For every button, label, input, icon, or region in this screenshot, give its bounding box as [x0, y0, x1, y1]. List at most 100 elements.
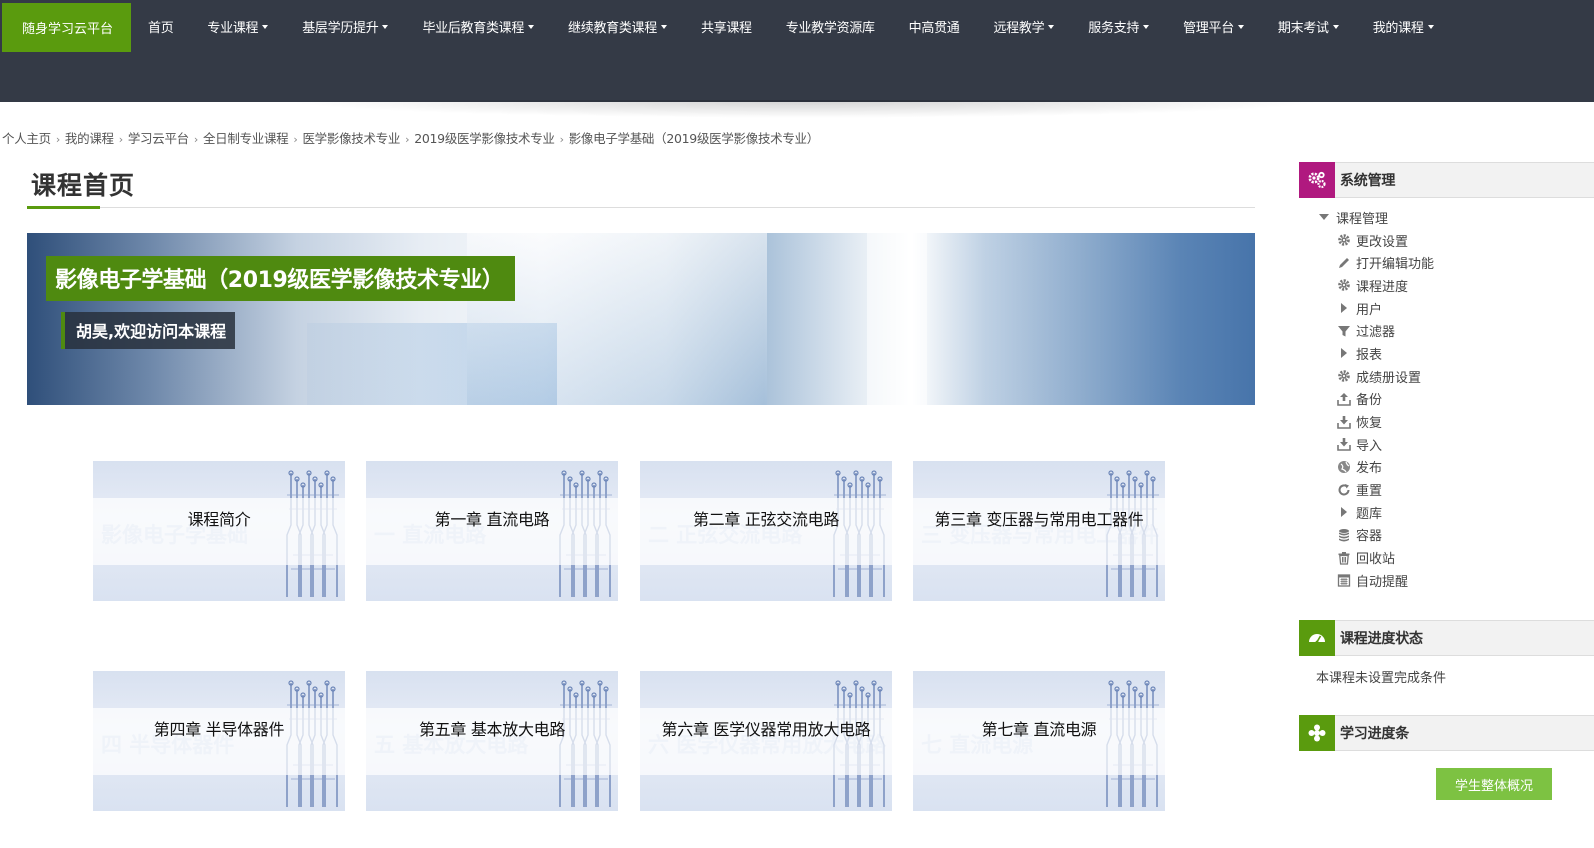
admin-menu-item[interactable]: 题库: [1316, 501, 1434, 524]
nav-item[interactable]: 首页: [131, 3, 190, 50]
tile-label: 第七章 直流电源: [981, 720, 1097, 739]
nav-item-label: 专业课程: [207, 21, 259, 36]
admin-menu-item[interactable]: 报表: [1316, 342, 1434, 365]
admin-menu-label: 打开编辑功能: [1356, 257, 1435, 273]
admin-menu-label: 报表: [1356, 347, 1383, 363]
chapter-tile[interactable]: 二 正弦交流电路第二章 正弦交流电路: [640, 461, 892, 601]
admin-menu-item[interactable]: 更改设置: [1316, 229, 1434, 252]
chapter-tile[interactable]: 影像电子学基础课程简介: [93, 461, 345, 601]
dashboard-icon: [1299, 619, 1335, 656]
tile-label: 第五章 基本放大电路: [418, 720, 566, 739]
course-banner: 影像电子学基础（2019级医学影像技术专业） 胡昊,欢迎访问本课程: [27, 233, 1255, 405]
nav-item[interactable]: 远程教学: [976, 3, 1071, 50]
admin-menu-label: 回收站: [1356, 552, 1396, 568]
breadcrumb-link[interactable]: 个人主页: [2, 131, 51, 146]
admin-menu-label: 用户: [1356, 302, 1383, 318]
tile-label: 第二章 正弦交流电路: [692, 510, 840, 529]
nav-item[interactable]: 服务支持: [1071, 3, 1166, 50]
chapter-tile[interactable]: 一 直流电路第一章 直流电路: [366, 461, 618, 601]
admin-menu-label: 题库: [1356, 506, 1383, 522]
admin-menu-item[interactable]: 过滤器: [1316, 319, 1434, 342]
nav-item[interactable]: 专业教学资源库: [769, 3, 892, 50]
breadcrumb-separator-icon: ›: [559, 133, 564, 146]
admin-menu-label: 更改设置: [1356, 234, 1409, 250]
nav-item-label: 中高贯通: [908, 21, 960, 36]
globe-icon: [1336, 459, 1352, 475]
download-icon: [1336, 414, 1352, 430]
admin-block-header[interactable]: 系统管理: [1299, 161, 1594, 198]
chapter-tile[interactable]: 六 医学仪器常用放大电路第六章 医学仪器常用放大电路: [640, 671, 892, 811]
chapter-tile[interactable]: 七 直流电源第七章 直流电源: [913, 671, 1165, 811]
admin-menu-item[interactable]: 备份: [1316, 388, 1434, 411]
progress-status-header[interactable]: 课程进度状态: [1299, 619, 1594, 656]
admin-menu-label: 自动提醒: [1356, 574, 1409, 590]
nav-item[interactable]: 毕业后教育类课程: [405, 3, 551, 50]
admin-menu-item[interactable]: 容器: [1316, 524, 1434, 547]
breadcrumb-link[interactable]: 医学影像技术专业: [302, 131, 400, 146]
download-icon: [1336, 436, 1352, 452]
caret-down-icon: [1332, 24, 1339, 29]
admin-menu-label: 导入: [1356, 438, 1383, 454]
chapter-tile[interactable]: 三 变压器与常用电工器件第三章 变压器与常用电工器件: [913, 461, 1165, 601]
admin-menu-label: 成绩册设置: [1356, 370, 1422, 386]
nav-item[interactable]: 我的课程: [1356, 3, 1451, 50]
gear-icon: [1336, 277, 1352, 293]
admin-menu-item[interactable]: 成绩册设置: [1316, 365, 1434, 388]
breadcrumb-link[interactable]: 全日制专业课程: [203, 131, 289, 146]
nav-item[interactable]: 共享课程: [684, 3, 769, 50]
caret-down-icon: [660, 24, 667, 29]
nav-item-label: 毕业后教育类课程: [422, 21, 525, 36]
admin-menu-item[interactable]: 用户: [1316, 297, 1434, 320]
tree-root-course-admin[interactable]: 课程管理: [1316, 206, 1434, 229]
filter-icon: [1336, 323, 1352, 339]
admin-menu-item[interactable]: 恢复: [1316, 410, 1434, 433]
tile-label: 第四章 半导体器件: [153, 720, 285, 739]
nav-item[interactable]: 中高贯通: [892, 3, 977, 50]
nav-item-label: 管理平台: [1183, 21, 1234, 36]
admin-menu-item[interactable]: 课程进度: [1316, 274, 1434, 297]
page-title: 课程首页: [31, 171, 136, 200]
admin-block-title: 系统管理: [1340, 173, 1396, 189]
tree-root-label: 课程管理: [1336, 211, 1389, 227]
learning-progress-header[interactable]: 学习进度条: [1299, 714, 1594, 751]
admin-menu-item[interactable]: 导入: [1316, 433, 1434, 456]
trash-icon: [1336, 550, 1352, 566]
brand-link[interactable]: 随身学习云平台: [2, 3, 132, 52]
nav-item[interactable]: 继续教育类课程: [551, 3, 684, 50]
breadcrumb-link[interactable]: 2019级医学影像技术专业: [414, 131, 555, 146]
admin-menu-item[interactable]: 发布: [1316, 456, 1434, 479]
refresh-icon: [1336, 482, 1352, 498]
chapter-tile[interactable]: 四 半导体器件第四章 半导体器件: [93, 671, 345, 811]
nav-item[interactable]: 管理平台: [1166, 3, 1261, 50]
admin-menu-item[interactable]: 打开编辑功能: [1316, 251, 1434, 274]
welcome-message: 胡昊,欢迎访问本课程: [61, 312, 236, 349]
admin-menu-item[interactable]: 重置: [1316, 478, 1434, 501]
admin-menu-label: 备份: [1356, 393, 1383, 409]
nav-item[interactable]: 专业课程: [190, 3, 285, 50]
nav-item[interactable]: 期末考试: [1261, 3, 1356, 50]
progress-status-title: 课程进度状态: [1340, 631, 1423, 647]
progress-status-block: 课程进度状态: [1299, 619, 1594, 656]
expand-arrow-icon: [1336, 504, 1352, 520]
nav-item-label: 我的课程: [1372, 21, 1424, 36]
admin-menu-item[interactable]: 回收站: [1316, 546, 1434, 569]
breadcrumb-link[interactable]: 学习云平台: [128, 131, 189, 146]
admin-menu-label: 重置: [1356, 484, 1383, 500]
breadcrumb-link[interactable]: 我的课程: [65, 131, 114, 146]
breadcrumb-link[interactable]: 影像电子学基础（2019级医学影像技术专业）: [569, 131, 820, 146]
admin-menu-item[interactable]: 自动提醒: [1316, 569, 1434, 592]
completion-status-text: 本课程未设置完成条件: [1316, 671, 1447, 686]
caret-down-icon: [1237, 24, 1244, 29]
chapter-tile[interactable]: 五 基本放大电路第五章 基本放大电路: [366, 671, 618, 811]
student-overview-button[interactable]: 学生整体概况: [1436, 768, 1552, 800]
expand-arrow-icon: [1336, 345, 1352, 361]
calendar-icon: [1336, 572, 1352, 588]
gear-icon: [1336, 368, 1352, 384]
upload-icon: [1336, 391, 1352, 407]
breadcrumb-separator-icon: ›: [405, 133, 410, 146]
pencil-icon: [1336, 255, 1352, 271]
nav-item[interactable]: 基层学历提升: [285, 3, 405, 50]
banner-decoration: [867, 233, 927, 405]
admin-block: 系统管理: [1299, 161, 1594, 198]
database-icon: [1336, 527, 1352, 543]
